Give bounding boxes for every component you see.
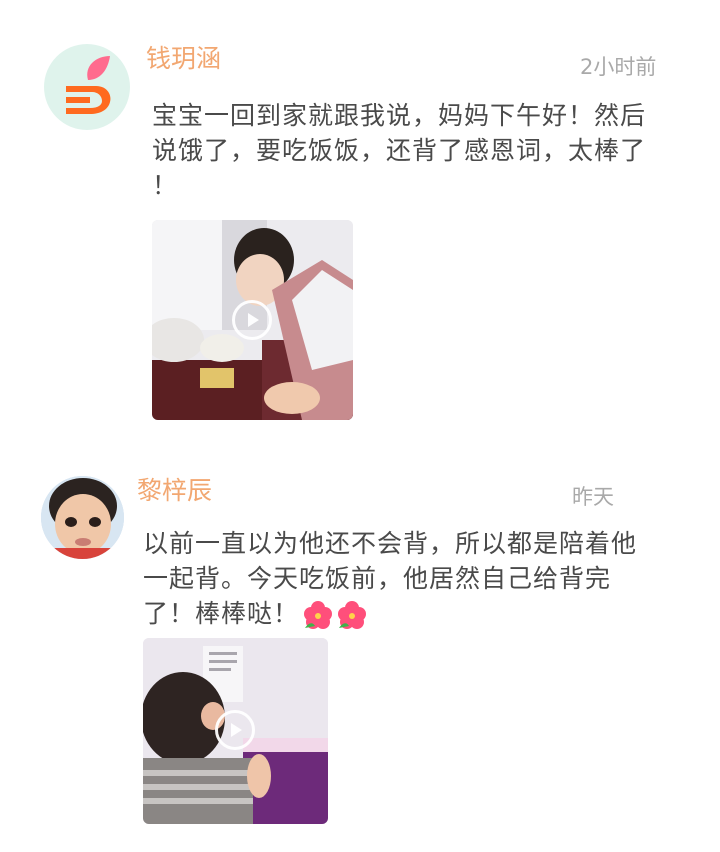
hibiscus-flower-icon — [338, 601, 367, 629]
comment-text-line: 一起背。今天吃饭前，他居然自己给背完 — [143, 564, 612, 593]
logo-icon — [66, 56, 111, 114]
author-avatar[interactable] — [41, 476, 124, 559]
play-icon[interactable] — [215, 710, 255, 750]
comment-text-line: 说饿了，要吃饭饭，还背了感恩词，太棒了 — [152, 136, 647, 165]
hibiscus-flower-icon — [304, 601, 333, 629]
child-photo — [41, 476, 124, 559]
post-time: 2小时前 — [580, 55, 657, 79]
comment-text: 宝宝一回到家就跟我说，妈妈下午好！然后 说饿了，要吃饭饭，还背了感恩词，太棒了 … — [152, 98, 646, 203]
author-name[interactable]: 钱玥涵 — [146, 44, 221, 74]
video-thumbnail[interactable] — [152, 220, 353, 420]
comment-text-line: 了！棒棒哒！ — [143, 596, 637, 631]
video-thumbnail[interactable] — [143, 638, 328, 824]
comment-text-line: 宝宝一回到家就跟我说，妈妈下午好！然后 — [152, 101, 647, 130]
comment-text-line: 以前一直以为他还不会背，所以都是陪着他 — [143, 529, 638, 558]
comment-text-line: ！ — [152, 171, 179, 200]
comment-text-line-end: 了！棒棒哒！ — [143, 599, 300, 628]
author-name[interactable]: 黎梓辰 — [137, 476, 212, 506]
comment-item: 钱玥涵 2小时前 宝宝一回到家就跟我说，妈妈下午好！然后 说饿了，要吃饭饭，还背… — [0, 0, 720, 440]
author-avatar[interactable] — [44, 44, 130, 130]
play-icon[interactable] — [232, 300, 272, 340]
comment-text: 以前一直以为他还不会背，所以都是陪着他 一起背。今天吃饭前，他居然自己给背完 了… — [143, 526, 637, 631]
post-time: 昨天 — [572, 485, 614, 509]
comment-item: 黎梓辰 昨天 以前一直以为他还不会背，所以都是陪着他 一起背。今天吃饭前，他居然… — [0, 460, 720, 852]
